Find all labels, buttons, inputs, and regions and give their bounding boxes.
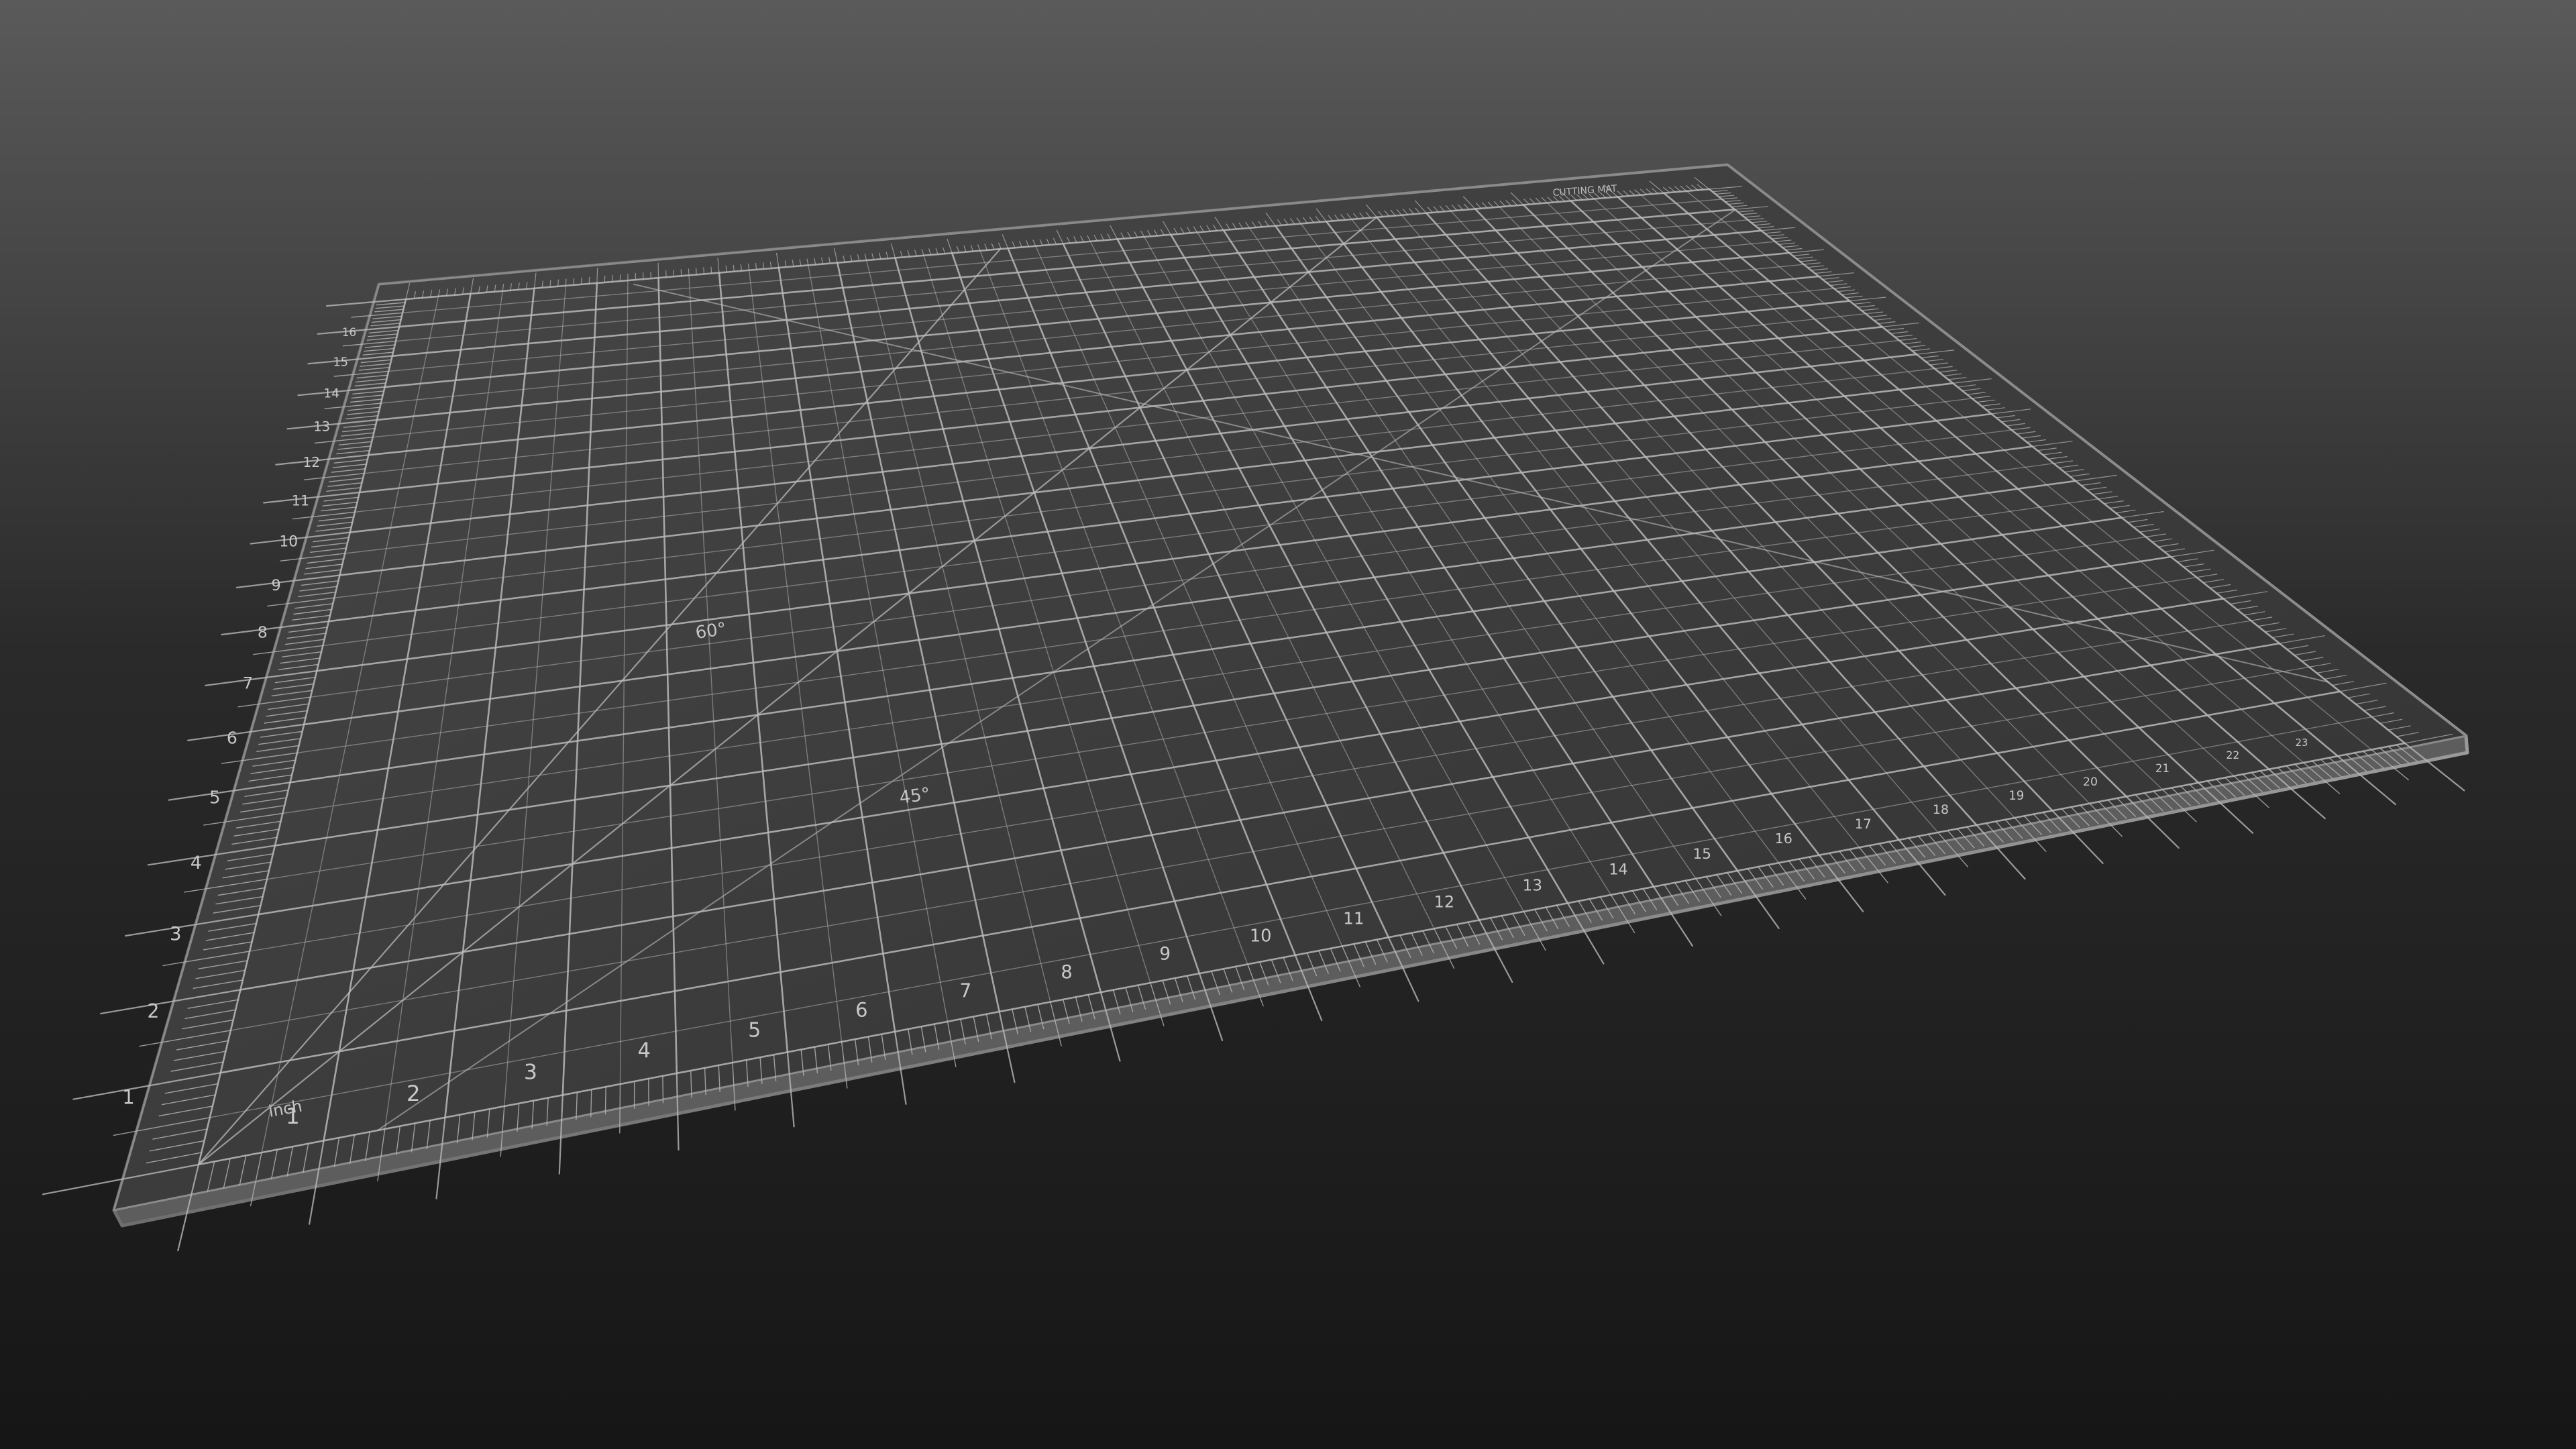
- bottom-inch-number: 13: [1523, 877, 1543, 895]
- bottom-inch-number: 6: [855, 999, 867, 1022]
- bottom-inch-number: 8: [1061, 962, 1072, 983]
- left-inch-number: 13: [313, 419, 330, 435]
- bottom-inch-number: 20: [2083, 775, 2098, 789]
- bottom-inch-number: 19: [2008, 789, 2024, 803]
- left-inch-number: 4: [191, 853, 202, 873]
- bottom-inch-number: 22: [2226, 749, 2239, 761]
- left-inch-number: 1: [122, 1086, 135, 1109]
- bottom-inch-number: 2: [407, 1081, 421, 1106]
- bottom-inch-number: 17: [1855, 816, 1872, 832]
- bottom-inch-number: 18: [1933, 802, 1949, 817]
- ruler-tick-top: [688, 268, 690, 276]
- left-inch-number: 6: [227, 729, 237, 748]
- ruler-tick-top: [557, 279, 559, 287]
- bottom-inch-number: 7: [959, 979, 971, 1002]
- ruler-tick-bottom: [604, 1086, 606, 1115]
- left-inch-number: 14: [323, 387, 339, 401]
- left-inch-number: 7: [243, 674, 253, 692]
- bottom-inch-number: 9: [1159, 944, 1171, 965]
- bottom-inch-number: 16: [1775, 830, 1792, 847]
- ruler-tick-top: [680, 269, 682, 276]
- bottom-inch-number: 3: [524, 1060, 537, 1084]
- left-inch-number: 9: [271, 577, 280, 594]
- bottom-inch-number: 23: [2296, 737, 2308, 749]
- left-inch-number: 2: [147, 1000, 159, 1022]
- bottom-inch-number: 14: [1609, 861, 1627, 879]
- left-inch-number: 5: [209, 788, 220, 808]
- left-inch-number: 12: [303, 454, 321, 470]
- ruler-tick-top: [710, 266, 712, 274]
- ruler-tick-top: [588, 276, 590, 284]
- left-inch-number: 3: [170, 923, 182, 945]
- left-inch-number: 8: [258, 623, 268, 641]
- ruler-tick-bottom: [619, 1083, 621, 1134]
- cutting-mat-scene: 1234567891011121314151617181920212223123…: [0, 0, 2576, 1449]
- bottom-inch-number: 15: [1693, 846, 1711, 863]
- left-inch-number: 15: [333, 356, 348, 369]
- left-inch-number: 16: [342, 325, 356, 339]
- bottom-inch-number: 10: [1250, 926, 1272, 947]
- ruler-tick-top: [657, 262, 659, 278]
- bottom-inch-number: 5: [748, 1019, 761, 1042]
- left-inch-number: 10: [279, 533, 298, 550]
- bottom-inch-number: 21: [2155, 762, 2169, 775]
- left-inch-number: 11: [292, 492, 310, 508]
- bottom-inch-number: 12: [1434, 892, 1455, 911]
- angle-label-60: 60°: [694, 619, 728, 643]
- bottom-inch-number: 4: [638, 1040, 651, 1063]
- ruler-tick-top: [695, 268, 697, 275]
- bottom-inch-number: 11: [1343, 909, 1364, 928]
- angle-label-45: 45°: [898, 784, 932, 808]
